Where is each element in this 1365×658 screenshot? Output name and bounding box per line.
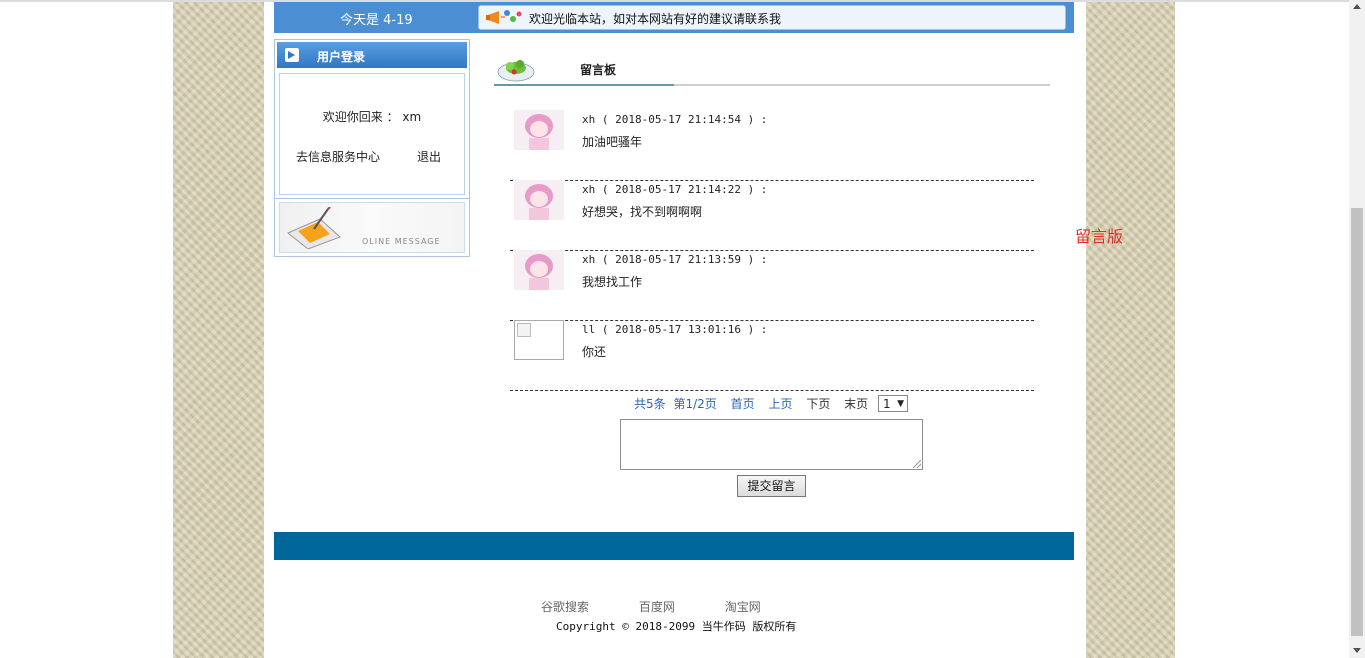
pager-prev-link[interactable]: 上页	[768, 395, 792, 412]
header-bar: 今天是 4-19 欢迎光临本站，如对本网站有好的建议请联系我	[274, 2, 1074, 33]
anime-girl-avatar	[514, 180, 564, 220]
message-item: xh ( 2018-05-17 21:14:54 ) : 加油吧骚年	[510, 110, 1034, 181]
message-text: 我想找工作	[582, 275, 643, 289]
dropdown-arrow-icon: ▼	[897, 399, 904, 409]
broken-image-glyph	[517, 323, 531, 337]
copyright: Copyright © 2018-2099 当牛作码 版权所有	[556, 620, 797, 633]
scroll-up-arrow-icon[interactable]	[1353, 4, 1361, 9]
footer-bar	[274, 532, 1074, 560]
scroll-down-arrow-icon[interactable]	[1353, 648, 1361, 653]
background-pattern-right	[1086, 2, 1175, 658]
footer-link-baidu[interactable]: 百度网	[639, 598, 675, 615]
banner-text: OLINE MESSAGE	[362, 237, 441, 246]
arrow-right-icon	[285, 48, 299, 62]
online-message-banner: OLINE MESSAGE	[274, 198, 470, 257]
salad-plate-icon	[497, 60, 535, 82]
pager-total: 共5条	[634, 397, 666, 411]
message-text: 好想哭，找不到啊啊啊	[582, 205, 703, 219]
login-panel-title: 用户登录	[317, 50, 366, 64]
footer-link-google[interactable]: 谷歌搜索	[541, 598, 589, 615]
submit-message-button[interactable]: 提交留言	[737, 475, 806, 497]
pager-last[interactable]: 末页	[844, 395, 868, 412]
date-label: 今天是 4-19	[340, 13, 413, 28]
message-board-title: 留言板	[580, 63, 617, 77]
message-item: xh ( 2018-05-17 21:13:59 ) : 我想找工作	[510, 250, 1034, 321]
service-center-link[interactable]: 去信息服务中心	[296, 148, 380, 165]
message-meta: ll ( 2018-05-17 13:01:16 ) :	[582, 323, 768, 336]
logout-link[interactable]: 退出	[417, 148, 441, 165]
login-panel: 用户登录 欢迎你回来 ： xm 去信息服务中心 退出	[274, 39, 470, 199]
notepad-pen-icon	[287, 207, 341, 249]
page-select[interactable]: 1 ▼	[878, 395, 908, 412]
message-text: 加油吧骚年	[582, 135, 643, 149]
message-textarea[interactable]	[620, 419, 923, 470]
anime-girl-avatar	[514, 110, 564, 150]
pager-page-info: 第1/2页	[673, 397, 717, 411]
footer-links: 谷歌搜索 百度网 淘宝网	[541, 598, 807, 615]
footer-link-taobao[interactable]: 淘宝网	[725, 598, 761, 615]
broken-image-icon	[514, 320, 564, 360]
message-meta: xh ( 2018-05-17 21:14:22 ) :	[582, 183, 768, 196]
scrollbar-thumb[interactable]	[1351, 208, 1363, 636]
page-container: 今天是 4-19 欢迎光临本站，如对本网站有好的建议请联系我 用户登录 欢迎你回…	[264, 2, 1086, 658]
message-meta: xh ( 2018-05-17 21:13:59 ) :	[582, 253, 768, 266]
message-meta: xh ( 2018-05-17 21:14:54 ) :	[582, 113, 768, 126]
notice-text: 欢迎光临本站，如对本网站有好的建议请联系我	[529, 12, 782, 26]
login-panel-body: 欢迎你回来 ： xm 去信息服务中心 退出	[279, 73, 465, 195]
pager-first-link[interactable]: 首页	[731, 395, 755, 412]
background-pattern-left	[173, 2, 264, 658]
login-panel-header: 用户登录	[277, 42, 467, 68]
message-item: xh ( 2018-05-17 21:14:22 ) : 好想哭，找不到啊啊啊	[510, 180, 1034, 251]
anime-girl-avatar	[514, 250, 564, 290]
megaphone-icon	[486, 10, 522, 24]
vertical-scrollbar[interactable]	[1349, 0, 1365, 658]
side-label: 留言版	[1075, 227, 1124, 246]
message-item: ll ( 2018-05-17 13:01:16 ) : 你还	[510, 320, 1034, 391]
page-select-value: 1	[883, 397, 891, 411]
banner-image: OLINE MESSAGE	[279, 202, 465, 253]
notice-bar: 欢迎光临本站，如对本网站有好的建议请联系我	[478, 5, 1066, 30]
resize-grip-icon[interactable]	[913, 460, 921, 468]
pager-next[interactable]: 下页	[806, 395, 830, 412]
pagination: 共5条 第1/2页 首页 上页 下页 末页 1 ▼	[634, 395, 908, 413]
tab-underline-active	[494, 84, 674, 86]
welcome-text: 欢迎你回来 ： xm	[322, 110, 422, 124]
message-text: 你还	[582, 345, 607, 359]
